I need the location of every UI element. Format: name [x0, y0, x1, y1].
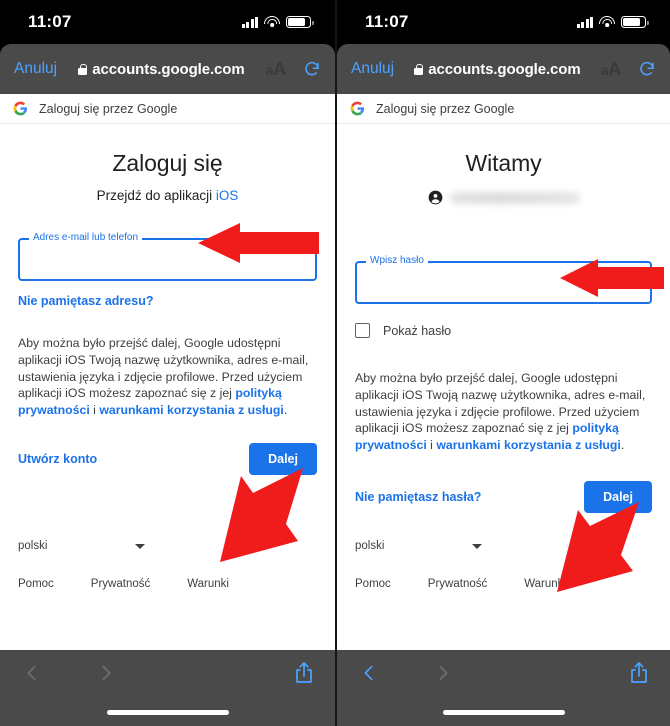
email-field-label: Adres e-mail lub telefon — [29, 233, 143, 243]
browser-toolbar: Anuluj accounts.google.com aA — [337, 44, 670, 94]
footer-link-help[interactable]: Pomoc — [355, 578, 391, 590]
dual-screenshot-stage: 11:07 Anuluj accounts.google.com aA Zalo… — [0, 0, 670, 726]
url-text: accounts.google.com — [92, 60, 245, 78]
left-content: Zaloguj się Przejdź do aplikacji iOS Adr… — [0, 124, 335, 650]
google-page-header: Zaloguj się przez Google — [337, 94, 670, 124]
text-size-button[interactable]: aA — [266, 59, 286, 80]
left-phone-screen: 11:07 Anuluj accounts.google.com aA Zalo… — [0, 0, 335, 726]
chevron-right-icon[interactable] — [432, 662, 454, 684]
right-content: Witamy Wpisz hasło Pokaż hasło Aby można… — [337, 124, 670, 650]
google-password-page: Zaloguj się przez Google Witamy Wpisz ha… — [337, 94, 670, 650]
forgot-password-link[interactable]: Nie pamiętasz hasła? — [355, 490, 481, 504]
right-phone-screen: 11:07 Anuluj accounts.google.com aA Zalo… — [335, 0, 670, 726]
lock-icon — [78, 63, 88, 75]
url-bar[interactable]: accounts.google.com — [394, 61, 601, 78]
forgot-email-link[interactable]: Nie pamiętasz adresu? — [18, 294, 317, 308]
lock-icon — [414, 63, 424, 75]
google-header-label: Zaloguj się przez Google — [39, 101, 178, 116]
consent-text: Aby można było przejść dalej, Google udo… — [18, 335, 317, 419]
wifi-icon — [599, 16, 615, 28]
chevron-right-icon[interactable] — [95, 662, 117, 684]
share-icon[interactable] — [294, 661, 314, 685]
consent-text-end: . — [620, 438, 625, 453]
status-icons — [576, 16, 649, 28]
cancel-button[interactable]: Anuluj — [14, 60, 57, 78]
status-bar: 11:07 — [337, 0, 670, 44]
cancel-button[interactable]: Anuluj — [351, 60, 394, 78]
page-title: Witamy — [465, 150, 542, 176]
status-icons — [241, 16, 314, 28]
footer-links: Pomoc Prywatność Warunki — [18, 578, 317, 590]
create-account-link[interactable]: Utwórz konto — [18, 452, 97, 466]
google-page-header: Zaloguj się przez Google — [0, 94, 335, 124]
show-password-row[interactable]: Pokaż hasło — [355, 323, 652, 338]
consent-text: Aby można było przejść dalej, Google udo… — [355, 370, 652, 454]
language-selector[interactable]: polski — [355, 540, 652, 552]
account-email-redacted — [449, 191, 580, 204]
right-footer: polski Pomoc Prywatność Warunki — [355, 540, 652, 590]
chevron-left-icon[interactable] — [21, 662, 43, 684]
footer-link-terms[interactable]: Warunki — [187, 578, 229, 590]
subtitle-app-link[interactable]: iOS — [216, 188, 239, 203]
google-signin-page: Zaloguj się przez Google Zaloguj się Prz… — [0, 94, 335, 650]
page-subtitle: Przejdź do aplikacji iOS — [18, 188, 317, 203]
browser-toolbar: Anuluj accounts.google.com aA — [0, 44, 335, 94]
status-bar: 11:07 — [0, 0, 335, 44]
page-title: Zaloguj się — [112, 150, 223, 176]
wifi-icon — [264, 16, 280, 28]
google-header-label: Zaloguj się przez Google — [376, 101, 515, 116]
left-footer: polski Pomoc Prywatność Warunki — [18, 540, 317, 590]
account-chip[interactable] — [355, 190, 652, 205]
cellular-signal-icon — [241, 16, 258, 28]
cellular-signal-icon — [576, 16, 593, 28]
language-value: polski — [18, 540, 48, 552]
home-indicator — [442, 710, 565, 715]
subtitle-prefix: Przejdź do aplikacji — [96, 188, 216, 203]
footer-link-terms[interactable]: Warunki — [524, 578, 566, 590]
browser-actions: aA — [266, 59, 321, 80]
show-password-label: Pokaż hasło — [383, 323, 452, 338]
left-action-row: Utwórz konto Dalej — [18, 442, 317, 475]
browser-actions: aA — [601, 59, 656, 80]
url-bar[interactable]: accounts.google.com — [57, 61, 266, 78]
battery-icon — [286, 16, 314, 28]
reload-icon[interactable] — [638, 60, 656, 78]
consent-text-mid: i — [89, 403, 100, 418]
google-g-logo — [350, 101, 365, 116]
password-field[interactable]: Wpisz hasło — [355, 256, 652, 304]
next-button[interactable]: Dalej — [249, 442, 317, 475]
footer-links: Pomoc Prywatność Warunki — [355, 578, 652, 590]
home-indicator — [106, 710, 229, 715]
email-field[interactable]: Adres e-mail lub telefon — [18, 233, 317, 281]
google-g-logo — [13, 101, 28, 116]
battery-icon — [621, 16, 649, 28]
language-value: polski — [355, 540, 385, 552]
reload-icon[interactable] — [303, 60, 321, 78]
terms-of-service-link[interactable]: warunkami korzystania z usługi — [436, 438, 621, 452]
footer-link-help[interactable]: Pomoc — [18, 578, 54, 590]
terms-of-service-link[interactable]: warunkami korzystania z usługi — [99, 403, 284, 417]
next-button[interactable]: Dalej — [584, 480, 652, 513]
consent-text-mid: i — [426, 438, 437, 453]
browser-bottom-bar — [0, 650, 335, 726]
account-circle-icon — [428, 190, 442, 205]
language-selector[interactable]: polski — [18, 540, 317, 552]
footer-link-privacy[interactable]: Prywatność — [91, 578, 150, 590]
chevron-down-icon — [472, 543, 483, 549]
footer-link-privacy[interactable]: Prywatność — [428, 578, 487, 590]
chevron-left-icon[interactable] — [358, 662, 380, 684]
password-field-label: Wpisz hasło — [366, 256, 428, 266]
url-text: accounts.google.com — [428, 60, 581, 78]
text-size-button[interactable]: aA — [601, 59, 621, 80]
right-action-row: Nie pamiętasz hasła? Dalej — [355, 480, 652, 513]
status-time: 11:07 — [365, 12, 409, 31]
show-password-checkbox[interactable] — [355, 323, 370, 338]
browser-bottom-bar — [337, 650, 670, 726]
consent-text-end: . — [283, 403, 288, 418]
chevron-down-icon — [135, 543, 146, 549]
status-time: 11:07 — [28, 12, 72, 31]
share-icon[interactable] — [629, 661, 649, 685]
